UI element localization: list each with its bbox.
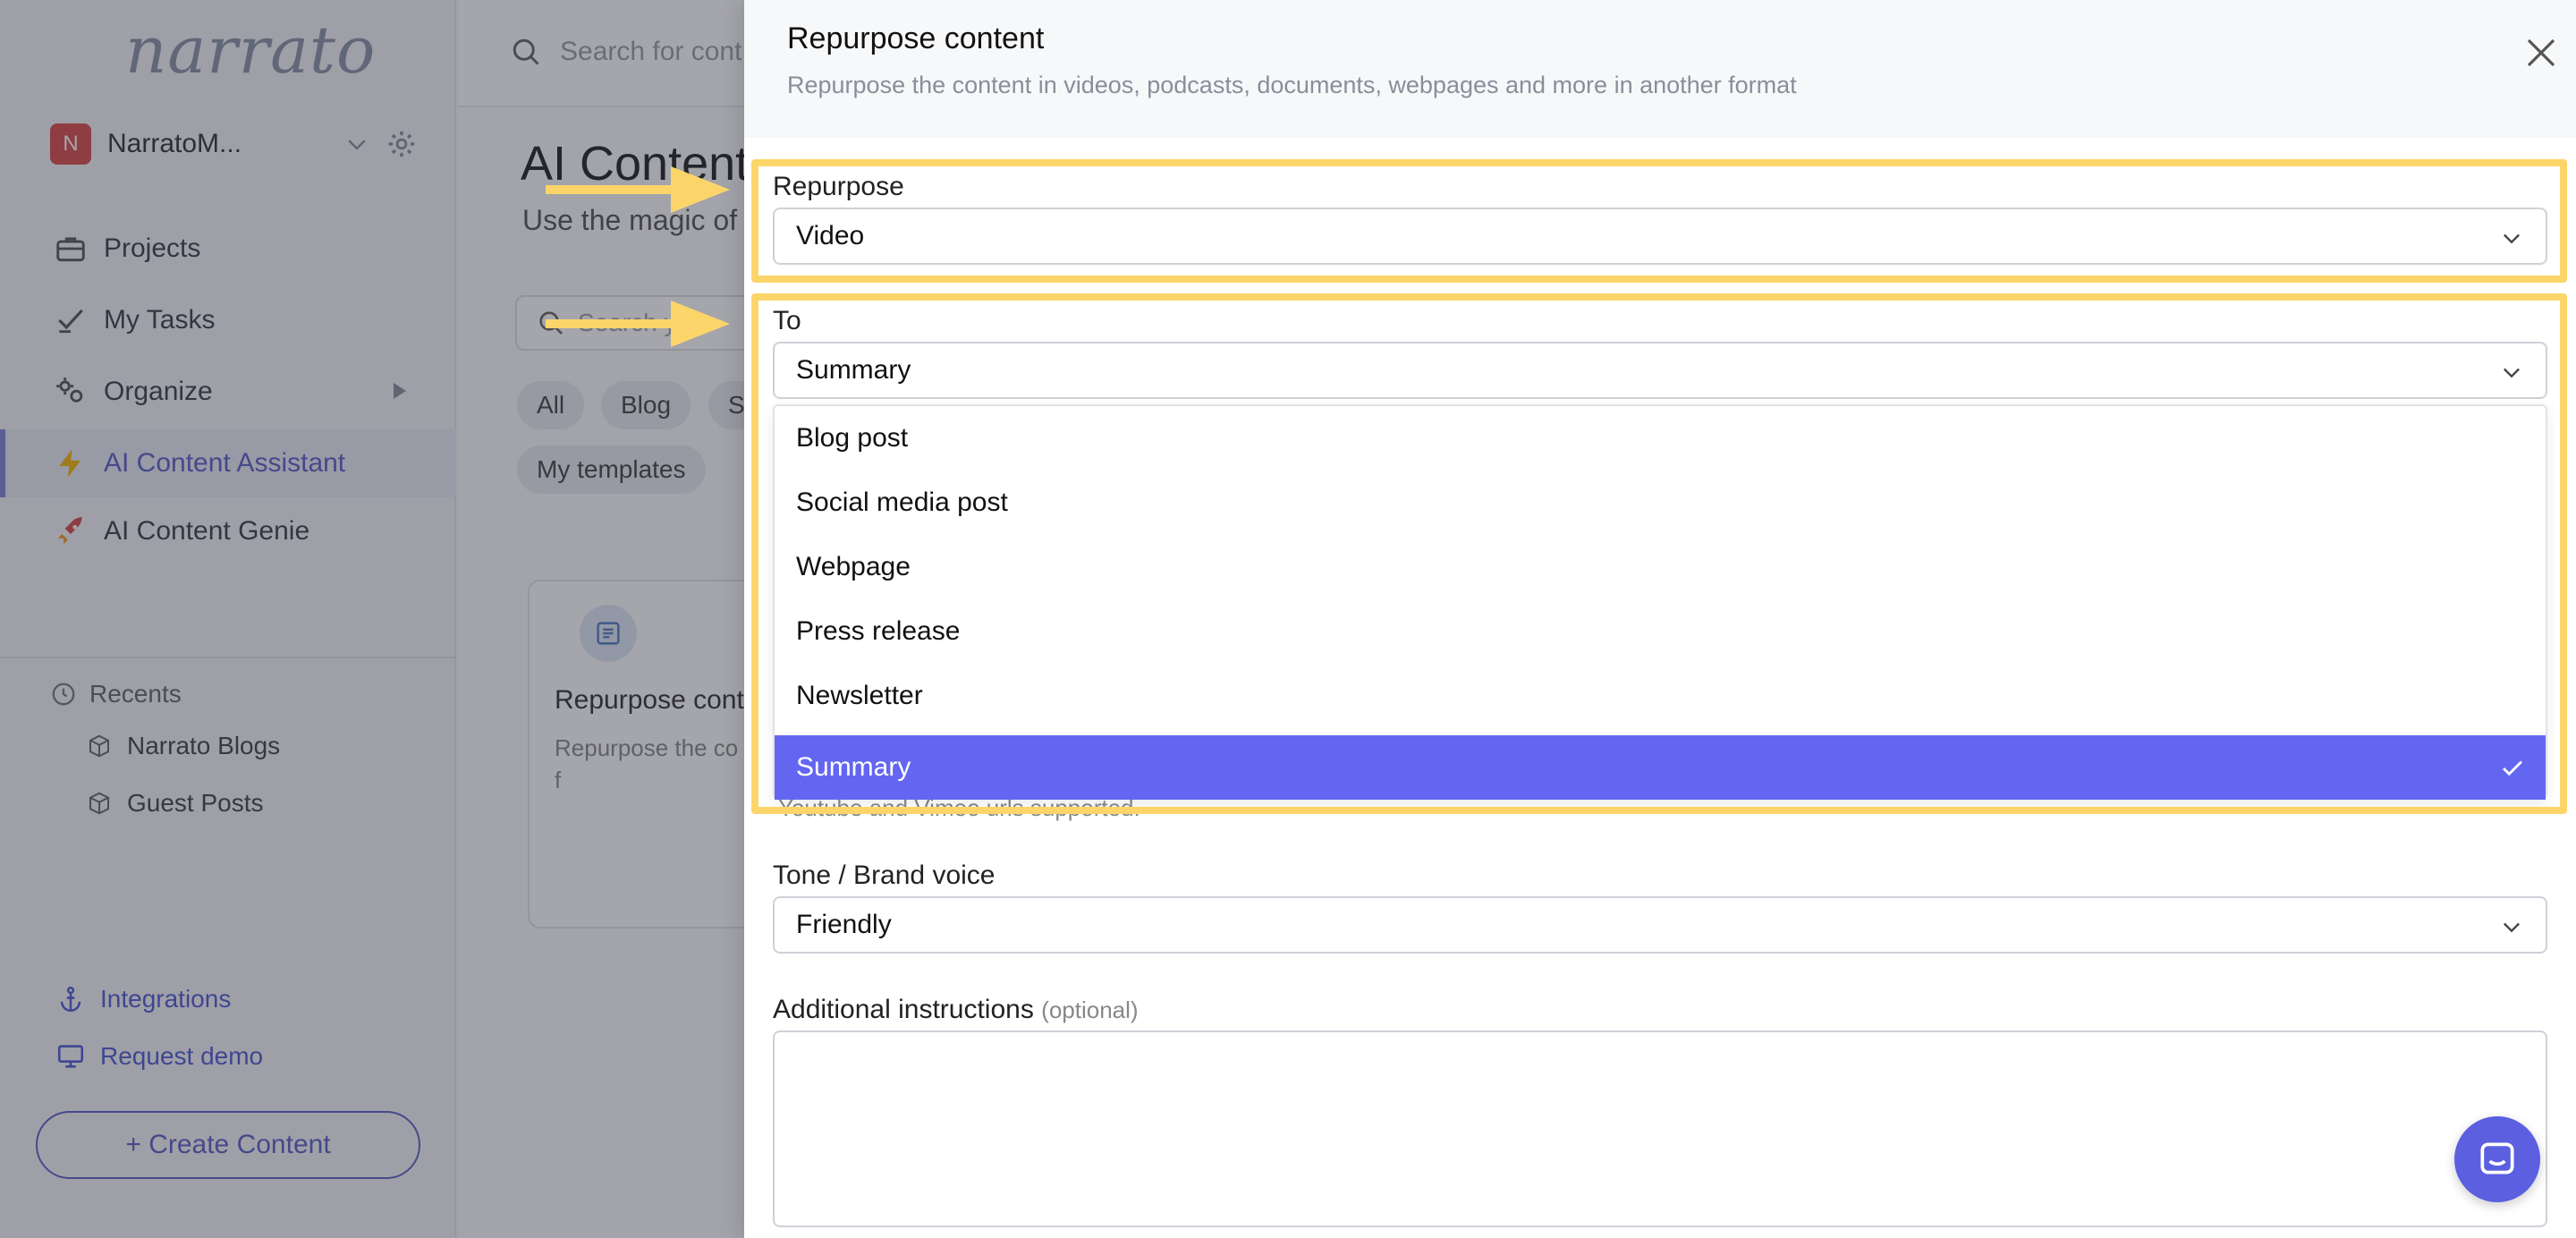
repurpose-modal: Repurpose content Repurpose the content … bbox=[744, 0, 2576, 1238]
chevron-down-icon bbox=[2504, 368, 2520, 378]
chevron-down-icon bbox=[2504, 233, 2520, 244]
checkmark-icon bbox=[2503, 760, 2522, 776]
optional-tag: (optional) bbox=[1041, 996, 1139, 1023]
option-social-media-post[interactable]: Social media post bbox=[775, 471, 2546, 535]
option-summary[interactable]: Summary bbox=[775, 735, 2546, 800]
arrow-icon bbox=[546, 301, 730, 347]
to-select[interactable]: Summary bbox=[773, 342, 2547, 399]
chevron-down-icon bbox=[2504, 922, 2520, 933]
tone-value: Friendly bbox=[796, 910, 892, 939]
modal-subtitle: Repurpose the content in videos, podcast… bbox=[787, 72, 1797, 98]
to-dropdown-menu: Blog post Social media post Webpage Pres… bbox=[773, 404, 2547, 800]
to-label: To bbox=[773, 306, 801, 335]
instructions-label-text: Additional instructions bbox=[773, 995, 1034, 1024]
modal-header: Repurpose content Repurpose the content … bbox=[744, 0, 2576, 138]
option-press-release[interactable]: Press release bbox=[775, 599, 2546, 664]
option-summary-label: Summary bbox=[796, 752, 911, 782]
modal-title: Repurpose content bbox=[787, 21, 1045, 55]
instructions-textarea[interactable] bbox=[773, 1030, 2547, 1227]
tone-label: Tone / Brand voice bbox=[773, 861, 996, 890]
repurpose-select[interactable]: Video bbox=[773, 208, 2547, 265]
to-value: Summary bbox=[796, 355, 911, 385]
option-newsletter[interactable]: Newsletter bbox=[775, 664, 2546, 728]
tone-select[interactable]: Friendly bbox=[773, 896, 2547, 954]
repurpose-value: Video bbox=[796, 221, 865, 250]
option-webpage[interactable]: Webpage bbox=[775, 535, 2546, 599]
chat-icon bbox=[2480, 1142, 2514, 1174]
repurpose-label: Repurpose bbox=[773, 172, 904, 201]
instructions-label: Additional instructions (optional) bbox=[773, 995, 1139, 1025]
close-icon[interactable] bbox=[2522, 34, 2560, 72]
arrow-icon bbox=[546, 166, 730, 213]
option-blog-post[interactable]: Blog post bbox=[775, 406, 2546, 471]
chat-support-button[interactable] bbox=[2454, 1116, 2540, 1202]
